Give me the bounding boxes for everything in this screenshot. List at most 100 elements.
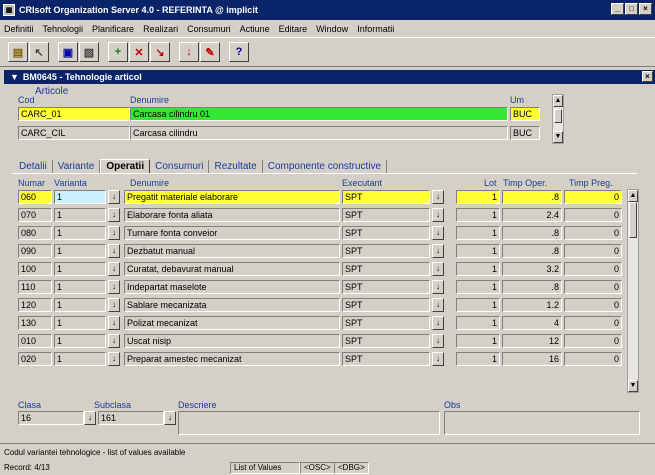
denumire-cell[interactable]: Polizat mecanizat	[124, 316, 340, 330]
executant-cell[interactable]: SPT	[342, 226, 430, 240]
maximize-button[interactable]: □	[625, 3, 638, 15]
timp-oper-cell[interactable]: 1.2	[502, 298, 562, 312]
subclasa-field[interactable]: 161	[98, 411, 164, 425]
executant-lov-button[interactable]: ↓	[432, 190, 444, 204]
numar-cell[interactable]: 010	[18, 334, 52, 348]
executant-cell[interactable]: SPT	[342, 280, 430, 294]
menu-informatii[interactable]: Informatii	[357, 24, 394, 34]
help-icon[interactable]: ?	[229, 42, 249, 62]
timp-oper-cell[interactable]: .8	[502, 244, 562, 258]
menu-planificare[interactable]: Planificare	[92, 24, 134, 34]
denumire-cell[interactable]: Elaborare fonta aliata	[124, 208, 340, 222]
executant-lov-button[interactable]: ↓	[432, 208, 444, 222]
menu-window[interactable]: Window	[316, 24, 348, 34]
executant-cell[interactable]: SPT	[342, 352, 430, 366]
insert-record-icon[interactable]: +	[108, 42, 128, 62]
articol-cod-field[interactable]: CARC_01	[18, 107, 130, 121]
denumire-cell[interactable]: Preparat amestec mecanizat	[124, 352, 340, 366]
lot-cell[interactable]: 1	[456, 244, 500, 258]
varianta-cell[interactable]: 1	[54, 316, 106, 330]
executant-lov-button[interactable]: ↓	[432, 298, 444, 312]
scroll-thumb[interactable]	[629, 202, 637, 238]
scroll-down-icon[interactable]: ▼	[553, 131, 563, 143]
scroll-thumb[interactable]	[554, 109, 562, 123]
close-button[interactable]: ×	[639, 3, 652, 15]
executant-lov-button[interactable]: ↓	[432, 244, 444, 258]
numar-cell[interactable]: 020	[18, 352, 52, 366]
minimize-button[interactable]: _	[611, 3, 624, 15]
timp-preg-cell[interactable]: 0	[564, 208, 622, 222]
scroll-up-icon[interactable]: ▲	[553, 95, 563, 107]
clear-record-icon[interactable]: ↘	[150, 42, 170, 62]
varianta-lov-button[interactable]: ↓	[108, 280, 120, 294]
numar-cell[interactable]: 120	[18, 298, 52, 312]
tab-detalii[interactable]: Detalii	[14, 160, 53, 173]
subclasa-lov-button[interactable]: ↓	[164, 411, 176, 425]
timp-preg-cell[interactable]: 0	[564, 226, 622, 240]
clasa-lov-button[interactable]: ↓	[84, 411, 96, 425]
executant-cell[interactable]: SPT	[342, 334, 430, 348]
numar-cell[interactable]: 080	[18, 226, 52, 240]
executant-lov-button[interactable]: ↓	[432, 226, 444, 240]
lot-cell[interactable]: 1	[456, 334, 500, 348]
denumire-cell[interactable]: Curatat, debavurat manual	[124, 262, 340, 276]
executant-cell[interactable]: SPT	[342, 244, 430, 258]
timp-preg-cell[interactable]: 0	[564, 334, 622, 348]
varianta-lov-button[interactable]: ↓	[108, 298, 120, 312]
numar-cell[interactable]: 130	[18, 316, 52, 330]
denumire-cell[interactable]: Indepartat maselote	[124, 280, 340, 294]
open-icon[interactable]: ▤	[8, 42, 28, 62]
tab-variante[interactable]: Variante	[53, 160, 101, 173]
varianta-cell[interactable]: 1	[54, 280, 106, 294]
numar-cell[interactable]: 060	[18, 190, 52, 204]
lot-cell[interactable]: 1	[456, 352, 500, 366]
tab-componente-constructive[interactable]: Componente constructive	[263, 160, 388, 173]
varianta-lov-button[interactable]: ↓	[108, 244, 120, 258]
numar-cell[interactable]: 100	[18, 262, 52, 276]
lot-cell[interactable]: 1	[456, 190, 500, 204]
timp-preg-cell[interactable]: 0	[564, 298, 622, 312]
scroll-down-icon[interactable]: ▼	[628, 380, 638, 392]
lot-cell[interactable]: 1	[456, 280, 500, 294]
numar-cell[interactable]: 110	[18, 280, 52, 294]
tab-operatii[interactable]: Operatii	[100, 159, 151, 173]
denumire-cell[interactable]: Turnare fonta conveior	[124, 226, 340, 240]
operatii-scrollbar[interactable]: ▲ ▼	[627, 189, 639, 393]
timp-oper-cell[interactable]: 4	[502, 316, 562, 330]
executant-lov-button[interactable]: ↓	[432, 352, 444, 366]
menu-definitii[interactable]: Definitii	[4, 24, 34, 34]
executant-lov-button[interactable]: ↓	[432, 280, 444, 294]
articol-cod-field[interactable]: CARC_CIL	[18, 126, 130, 140]
lot-cell[interactable]: 1	[456, 208, 500, 222]
timp-oper-cell[interactable]: 12	[502, 334, 562, 348]
timp-oper-cell[interactable]: .8	[502, 190, 562, 204]
varianta-cell[interactable]: 1	[54, 352, 106, 366]
executant-lov-button[interactable]: ↓	[432, 334, 444, 348]
exit-icon[interactable]: ↖	[29, 42, 49, 62]
executant-cell[interactable]: SPT	[342, 316, 430, 330]
articol-denumire-field[interactable]: Carcasa cilindru	[130, 126, 508, 140]
timp-preg-cell[interactable]: 0	[564, 280, 622, 294]
denumire-cell[interactable]: Sablare mecanizata	[124, 298, 340, 312]
timp-oper-cell[interactable]: 2.4	[502, 208, 562, 222]
varianta-cell[interactable]: 1	[54, 262, 106, 276]
lot-cell[interactable]: 1	[456, 316, 500, 330]
subwindow-close-button[interactable]: ×	[642, 71, 653, 82]
menu-consumuri[interactable]: Consumuri	[187, 24, 231, 34]
lot-cell[interactable]: 1	[456, 298, 500, 312]
denumire-cell[interactable]: Dezbatut manual	[124, 244, 340, 258]
articol-denumire-field[interactable]: Carcasa cilindru 01	[130, 107, 508, 121]
timp-preg-cell[interactable]: 0	[564, 190, 622, 204]
varianta-lov-button[interactable]: ↓	[108, 352, 120, 366]
delete-record-icon[interactable]: ✕	[129, 42, 149, 62]
edit-icon[interactable]: ✎	[200, 42, 220, 62]
executant-cell[interactable]: SPT	[342, 262, 430, 276]
varianta-cell[interactable]: 1	[54, 226, 106, 240]
executant-cell[interactable]: SPT	[342, 298, 430, 312]
articol-um-field[interactable]: BUC	[510, 126, 540, 140]
articol-um-field[interactable]: BUC	[510, 107, 540, 121]
varianta-lov-button[interactable]: ↓	[108, 334, 120, 348]
menu-realizari[interactable]: Realizari	[143, 24, 178, 34]
varianta-lov-button[interactable]: ↓	[108, 190, 120, 204]
varianta-lov-button[interactable]: ↓	[108, 226, 120, 240]
